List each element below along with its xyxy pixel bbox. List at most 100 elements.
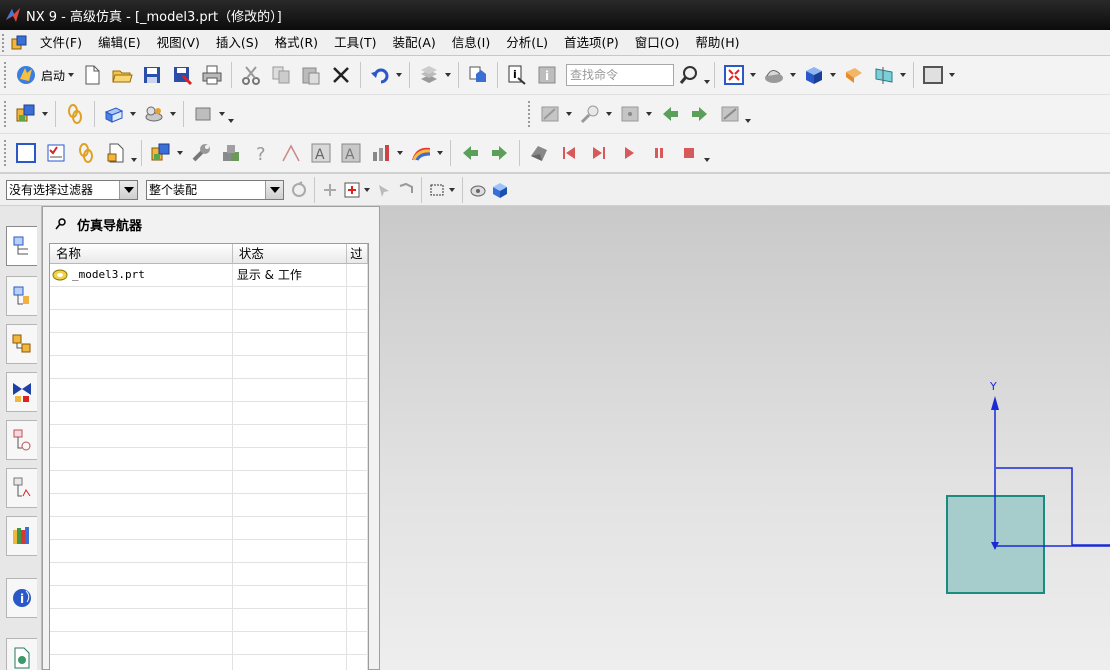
menu-tools[interactable]: 工具(T) [326,30,384,56]
animation-model-icon[interactable] [526,140,552,166]
rectangle-select-dropdown-arrow[interactable] [448,186,456,194]
hidden-body-icon[interactable] [467,179,489,201]
play-icon[interactable] [616,140,642,166]
layer-settings-icon[interactable] [416,62,442,88]
element-dropdown-arrow[interactable] [218,110,226,118]
menu-window[interactable]: 窗口(O) [627,30,688,56]
results-dropdown-arrow[interactable] [396,149,404,157]
axis-snap-icon[interactable] [395,179,417,201]
rendering-style-icon[interactable] [761,62,787,88]
mesh-block-icon[interactable] [101,101,127,127]
first-frame-icon[interactable] [556,140,582,166]
curve-icon[interactable] [278,140,304,166]
cut-icon[interactable] [238,62,264,88]
background-dropdown-arrow[interactable] [948,71,956,79]
menu-format[interactable]: 格式(R) [267,30,326,56]
tab-process-studio[interactable] [6,638,37,670]
edge-display-icon[interactable] [841,62,867,88]
probe-icon[interactable] [577,101,603,127]
snap-dropdown-arrow[interactable] [363,186,371,194]
tab-assembly-navigator[interactable] [6,324,37,364]
menu-help[interactable]: 帮助(H) [687,30,747,56]
mesh-dropdown-arrow[interactable] [129,110,137,118]
column-header-name[interactable]: 名称 [50,244,233,263]
assembly-fem-icon[interactable] [13,101,39,127]
snap-point-icon[interactable] [319,179,341,201]
command-search-input[interactable]: 查找命令 [566,64,675,86]
menu-information[interactable]: 信息(I) [444,30,498,56]
model-menu-icon[interactable] [10,34,28,52]
link-icon[interactable] [62,101,88,127]
column-header-status[interactable]: 状态 [233,244,348,263]
section-dropdown-arrow[interactable] [899,71,907,79]
wrench-icon[interactable] [188,140,214,166]
search-icon[interactable] [676,62,702,88]
save-icon[interactable] [139,62,165,88]
search-dropdown-arrow[interactable] [704,80,710,86]
start-icon[interactable] [13,62,39,88]
checklist-icon[interactable] [43,140,69,166]
material-icon[interactable] [141,101,167,127]
last-frame-icon[interactable] [586,140,612,166]
material-dropdown-arrow[interactable] [169,110,177,118]
probe-dropdown-arrow[interactable] [605,110,613,118]
next-arrow-icon[interactable] [687,101,713,127]
tab-part-navigator[interactable] [6,420,37,460]
undo-dropdown-arrow[interactable] [395,71,403,79]
save-as-icon[interactable] [169,62,195,88]
tab-constraint-navigator[interactable] [6,372,37,412]
help-icon[interactable]: ? [248,140,274,166]
menu-file[interactable]: 文件(F) [32,30,90,56]
table-row[interactable]: _model3.prt 显示 & 工作 [50,264,368,287]
menu-insert[interactable]: 插入(S) [208,30,267,56]
previous-arrow-icon[interactable] [657,101,683,127]
point-snap-icon[interactable] [341,179,363,201]
bar-results-icon[interactable] [368,140,394,166]
delete-icon[interactable] [328,62,354,88]
result-plot-icon[interactable] [717,101,743,127]
undo-icon[interactable] [367,62,393,88]
start-button[interactable]: 启动 [41,67,65,84]
check-geometry-dropdown-arrow[interactable] [565,110,573,118]
cursor-snap-icon[interactable] [373,179,395,201]
element-icon[interactable] [190,101,216,127]
rectangle-select-icon[interactable] [426,179,448,201]
toolbar-grip[interactable] [528,101,532,127]
chain-link-icon[interactable] [73,140,99,166]
info-icon[interactable]: i [534,62,560,88]
toolbar-options-arrow[interactable] [228,119,234,125]
pause-icon[interactable] [646,140,672,166]
check-geometry-icon[interactable] [537,101,563,127]
toolbar-grip[interactable] [4,62,8,88]
toolbar-options-arrow[interactable] [704,158,710,164]
rendering-dropdown-arrow[interactable] [789,71,797,79]
contour-dropdown-arrow[interactable] [436,149,444,157]
menu-edit[interactable]: 编辑(E) [90,30,149,56]
lock-file-icon[interactable] [103,140,129,166]
fit-view-dropdown-arrow[interactable] [749,71,757,79]
assembly-structure-icon[interactable] [148,140,174,166]
menu-assembly[interactable]: 装配(A) [384,30,443,56]
toolbar-options-arrow[interactable] [745,119,751,125]
toolbar-grip[interactable] [4,140,8,166]
assembly-fem-dropdown-arrow[interactable] [41,110,49,118]
orient-dropdown-arrow[interactable] [829,71,837,79]
info-window-icon[interactable]: i [504,62,530,88]
toolbar-options-arrow[interactable] [131,158,137,164]
layer-dropdown-arrow[interactable] [444,71,452,79]
tab-history[interactable]: i [6,578,37,618]
node-icon[interactable] [617,101,643,127]
column-header-filter[interactable]: 过 [347,244,368,263]
solid-body-icon[interactable] [489,179,511,201]
paste-icon[interactable] [298,62,324,88]
type-filter-dropdown[interactable]: 没有选择过滤器 [6,179,138,200]
text-annotation-icon[interactable]: A [308,140,334,166]
blank-square-icon[interactable] [13,140,39,166]
assembly-structure-dropdown-arrow[interactable] [176,149,184,157]
text-style-icon[interactable]: A [338,140,364,166]
new-file-icon[interactable] [79,62,105,88]
graphics-window[interactable]: Y [380,206,1110,670]
back-arrow-icon[interactable] [457,140,483,166]
fit-view-icon[interactable] [721,62,747,88]
menu-preferences[interactable]: 首选项(P) [556,30,627,56]
